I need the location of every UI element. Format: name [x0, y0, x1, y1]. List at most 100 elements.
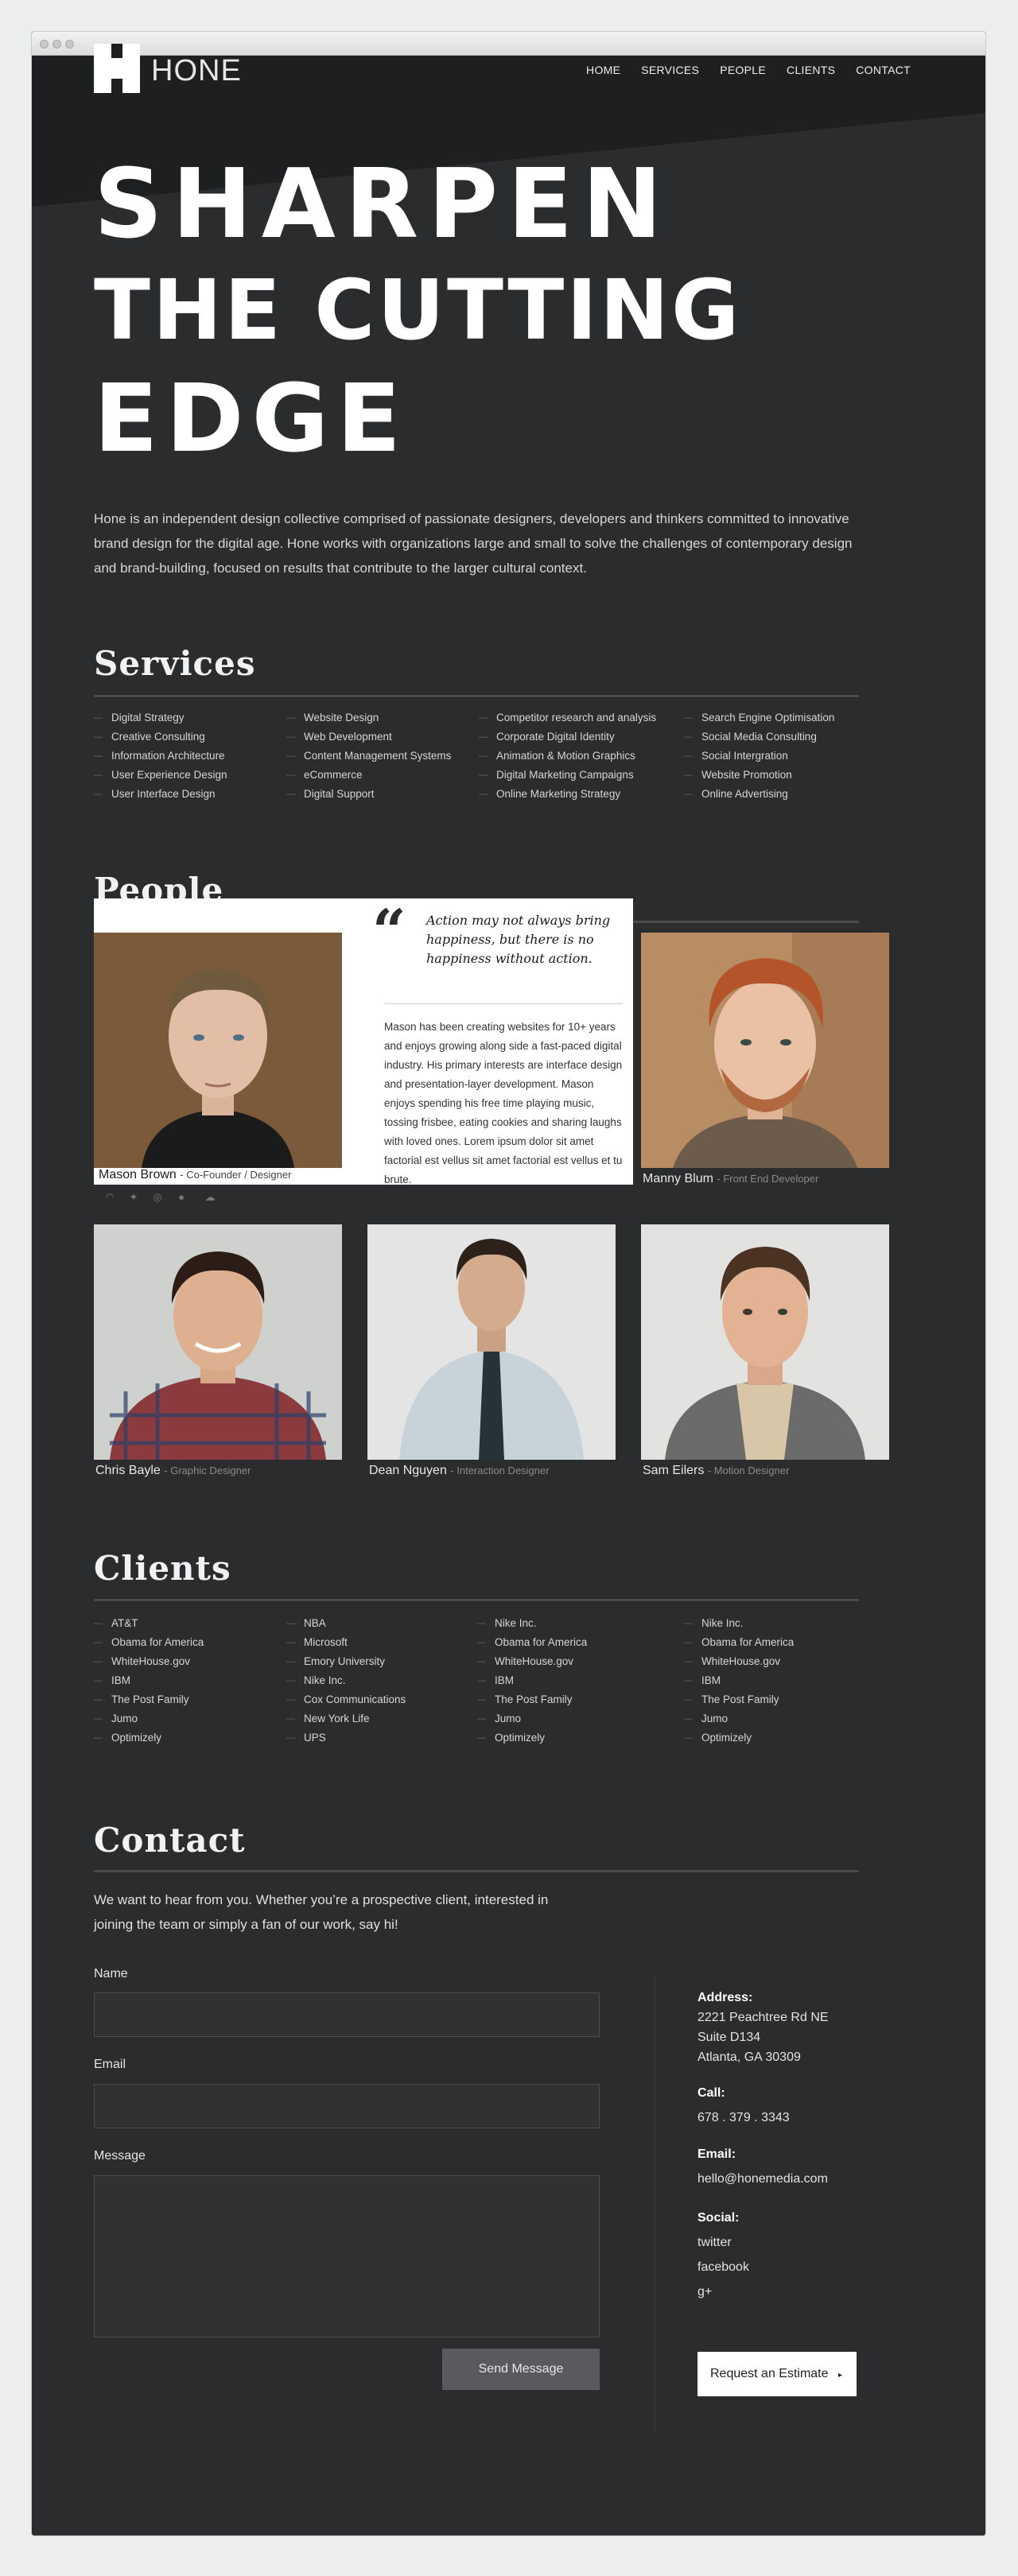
window-maximize-dot[interactable]	[65, 40, 74, 48]
service-item: Website Design	[286, 708, 479, 727]
quote-mark-icon: “	[372, 898, 406, 966]
hone-logo-icon[interactable]	[94, 44, 140, 93]
request-estimate-label: Request an Estimate	[710, 2367, 829, 2380]
client-item: Nike Inc.	[477, 1614, 684, 1633]
clients-rule	[94, 1599, 859, 1601]
mason-brown-photo[interactable]	[94, 933, 342, 1168]
service-item: Corporate Digital Identity	[479, 727, 684, 747]
logo-text[interactable]: HONE	[151, 54, 242, 88]
message-textarea[interactable]	[94, 2175, 600, 2337]
featured-person-caption: Mason Brown - Co-Founder / Designer	[99, 1168, 291, 1182]
client-item: WhiteHouse.gov	[94, 1652, 286, 1671]
request-estimate-button[interactable]: Request an Estimate ▸	[697, 2352, 857, 2396]
services-rule	[94, 695, 859, 697]
nav-contact[interactable]: CONTACT	[856, 64, 911, 76]
name-input[interactable]	[94, 1992, 600, 2037]
send-message-button[interactable]: Send Message	[442, 2349, 600, 2390]
services-column-4: Search Engine Optimisation Social Media …	[684, 708, 873, 804]
sam-eilers-photo[interactable]	[641, 1224, 889, 1460]
address-line: Atlanta, GA 30309	[697, 2050, 801, 2064]
nav-home[interactable]: HOME	[586, 64, 620, 76]
address-line: 2221 Peachtree Rd NE	[697, 2011, 829, 2024]
client-item: Nike Inc.	[684, 1614, 873, 1633]
client-item: Optimizely	[477, 1728, 684, 1748]
contact-title: Contact	[94, 1821, 246, 1860]
clients-title: Clients	[94, 1549, 231, 1588]
hero-line-1: SHARPEN	[94, 149, 672, 260]
call-block: Call: 678 . 379 . 3343	[697, 2083, 790, 2128]
person-name: Manny Blum	[643, 1172, 713, 1185]
client-item: The Post Family	[684, 1690, 873, 1709]
rss-icon[interactable]: ◠	[102, 1189, 118, 1205]
twitter-link[interactable]: twitter	[697, 2236, 732, 2249]
service-item: Content Management Systems	[286, 747, 479, 766]
service-item: Creative Consulting	[94, 727, 286, 747]
window-minimize-dot[interactable]	[52, 40, 61, 48]
chris-bayle-photo[interactable]	[94, 1224, 342, 1460]
service-item: Digital Support	[286, 785, 479, 804]
github-icon[interactable]: ●	[173, 1189, 189, 1205]
dean-nguyen-photo[interactable]	[367, 1224, 616, 1460]
call-label: Call:	[697, 2086, 725, 2100]
twitter-icon[interactable]: ✦	[126, 1189, 142, 1205]
arrow-right-icon: ▸	[837, 2371, 843, 2380]
contact-rule	[94, 1870, 859, 1872]
hero-line-2: THE CUTTING	[94, 262, 742, 359]
person-social-icons: ◠ ✦ ◎ ● ☁	[102, 1189, 223, 1205]
client-item: Obama for America	[94, 1633, 286, 1652]
phone-number[interactable]: 678 . 379 . 3343	[697, 2108, 790, 2128]
soundcloud-icon[interactable]: ☁	[197, 1189, 223, 1205]
person-role: - Co-Founder / Designer	[180, 1169, 292, 1181]
email-label: Email	[94, 2058, 126, 2071]
nav-clients[interactable]: CLIENTS	[787, 64, 835, 76]
client-item: WhiteHouse.gov	[684, 1652, 873, 1671]
sam-eilers-caption: Sam Eilers - Motion Designer	[643, 1464, 789, 1478]
service-item: Web Development	[286, 727, 479, 747]
service-item: Social Media Consulting	[684, 727, 873, 747]
email-link[interactable]: hello@honemedia.com	[697, 2169, 828, 2189]
client-item: IBM	[477, 1671, 684, 1690]
manny-blum-photo[interactable]	[641, 933, 889, 1168]
services-column-3: Competitor research and analysis Corpora…	[479, 708, 684, 804]
email-input[interactable]	[94, 2084, 600, 2128]
clients-column-4: Nike Inc. Obama for America WhiteHouse.g…	[684, 1614, 873, 1748]
nav-people[interactable]: PEOPLE	[720, 64, 766, 76]
service-item: User Interface Design	[94, 785, 286, 804]
service-item: eCommerce	[286, 766, 479, 785]
client-item: Jumo	[684, 1709, 873, 1728]
address-label: Address:	[697, 1991, 753, 2004]
service-item: Competitor research and analysis	[479, 708, 684, 727]
services-column-2: Website Design Web Development Content M…	[286, 708, 479, 804]
client-item: Optimizely	[94, 1728, 286, 1748]
person-role: - Front End Developer	[717, 1173, 819, 1185]
service-item: Digital Strategy	[94, 708, 286, 727]
client-item: UPS	[286, 1728, 477, 1748]
service-item: Online Advertising	[684, 785, 873, 804]
hero-line-3: EDGE	[94, 363, 410, 473]
quote-divider	[384, 1003, 623, 1004]
services-list: Digital Strategy Creative Consulting Inf…	[94, 708, 873, 804]
clients-column-3: Nike Inc. Obama for America WhiteHouse.g…	[477, 1614, 684, 1748]
client-item: Optimizely	[684, 1728, 873, 1748]
client-item: AT&T	[94, 1614, 286, 1633]
main-nav: HOME SERVICES PEOPLE CLIENTS CONTACT	[586, 64, 911, 76]
facebook-link[interactable]: facebook	[697, 2260, 749, 2274]
client-item: New York Life	[286, 1709, 477, 1728]
dribbble-icon[interactable]: ◎	[150, 1189, 165, 1205]
window-close-dot[interactable]	[40, 40, 49, 48]
address-line: Suite D134	[697, 2031, 761, 2044]
person-name: Mason Brown	[99, 1168, 177, 1181]
quote-text: Action may not always bring happiness, b…	[426, 913, 611, 966]
social-block: Social: twitter facebook g+	[697, 2206, 749, 2304]
service-item: Information Architecture	[94, 747, 286, 766]
google-plus-link[interactable]: g+	[697, 2285, 712, 2299]
message-label: Message	[94, 2149, 146, 2163]
service-item: Digital Marketing Campaigns	[479, 766, 684, 785]
person-role: - Graphic Designer	[164, 1465, 251, 1476]
person-name: Dean Nguyen	[369, 1464, 447, 1477]
nav-services[interactable]: SERVICES	[641, 64, 699, 76]
client-item: Jumo	[477, 1709, 684, 1728]
service-item: User Experience Design	[94, 766, 286, 785]
client-item: IBM	[684, 1671, 873, 1690]
name-label: Name	[94, 1967, 128, 1980]
